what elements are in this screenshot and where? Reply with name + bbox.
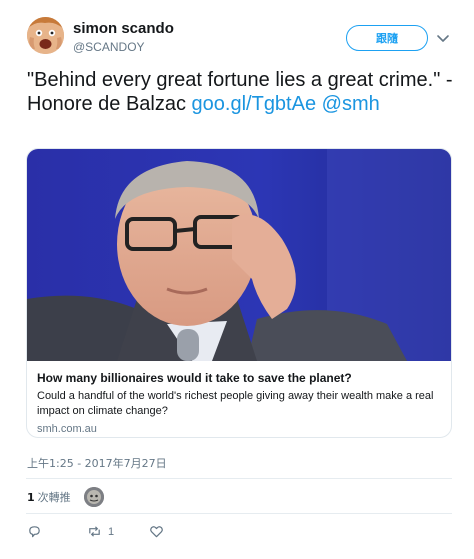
- reply-action[interactable]: [27, 524, 48, 539]
- retweeter-avatar-icon: [84, 487, 104, 507]
- card-description: Could a handful of the world's richest p…: [37, 390, 434, 417]
- user-avatar[interactable]: [27, 17, 64, 54]
- heart-icon[interactable]: [149, 524, 164, 539]
- tweet-timestamp[interactable]: 上午1:25 - 2017年7月27日: [27, 455, 167, 471]
- tweet-header: simon scando @SCANDOY 跟隨: [0, 0, 474, 64]
- divider: [26, 513, 452, 514]
- chevron-down-icon[interactable]: [436, 31, 450, 45]
- retweet-count[interactable]: 1: [27, 491, 35, 504]
- tweet-actions: 1: [27, 524, 327, 540]
- user-handle[interactable]: @SCANDOY: [73, 40, 145, 54]
- card-title[interactable]: How many billionaires would it take to s…: [37, 370, 443, 386]
- retweeter-avatar[interactable]: [84, 487, 104, 507]
- card-image[interactable]: [27, 149, 452, 361]
- tweet-stats: 1 次轉推: [27, 486, 104, 508]
- card-domain: smh.com.au: [37, 423, 97, 435]
- avatar-face-icon: [27, 17, 64, 54]
- retweet-action-count: 1: [108, 525, 115, 538]
- retweet-action[interactable]: 1: [87, 524, 114, 539]
- tweet-text: "Behind every great fortune lies a great…: [27, 68, 457, 116]
- follow-button[interactable]: 跟隨: [346, 25, 428, 51]
- retweet-label[interactable]: 次轉推: [38, 489, 71, 505]
- tweet-mention[interactable]: @smh: [322, 93, 380, 115]
- retweet-icon[interactable]: [87, 524, 102, 539]
- link-card[interactable]: How many billionaires would it take to s…: [26, 148, 452, 438]
- tweet-link[interactable]: goo.gl/TgbtAe: [192, 93, 317, 115]
- card-body[interactable]: How many billionaires would it take to s…: [27, 361, 451, 437]
- display-name[interactable]: simon scando: [73, 20, 174, 37]
- like-action[interactable]: [149, 524, 170, 539]
- divider: [26, 478, 452, 479]
- reply-icon[interactable]: [27, 524, 42, 539]
